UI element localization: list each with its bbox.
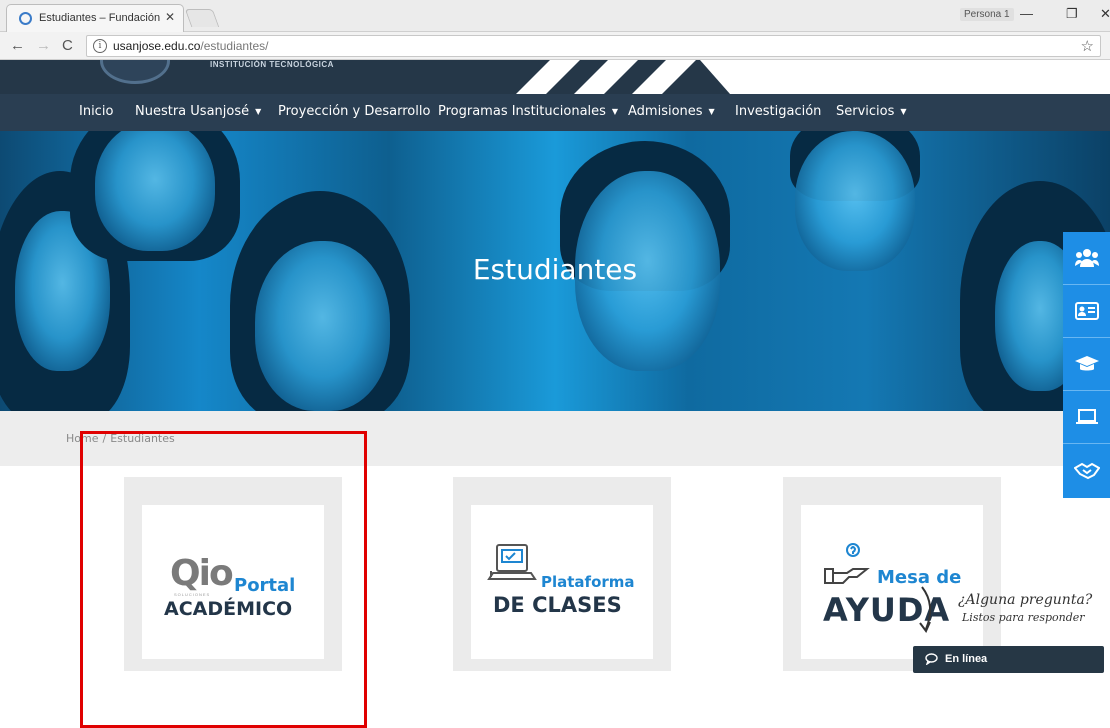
- nav-item-inicio[interactable]: Inicio: [79, 104, 113, 119]
- laptop-icon: [1075, 409, 1098, 424]
- chat-arrow-icon: [919, 586, 932, 633]
- caret-down-icon: ▼: [611, 107, 619, 116]
- url-text: usanjose.edu.co/estudiantes/: [113, 39, 269, 53]
- info-icon[interactable]: i: [93, 39, 107, 53]
- card-logo[interactable]: Mesa de AYUDA: [801, 505, 983, 659]
- nav-item-servicios[interactable]: Servicios ▼: [836, 104, 907, 119]
- nav-item-proyeccion[interactable]: Proyección y Desarrollo: [278, 104, 430, 119]
- nav-item-programas[interactable]: Programas Institucionales ▼: [438, 104, 618, 119]
- tab-close-icon[interactable]: ✕: [165, 10, 175, 24]
- bookmark-star-icon[interactable]: ☆: [1081, 37, 1094, 55]
- card-mesa-ayuda[interactable]: Mesa de AYUDA: [783, 477, 1001, 671]
- browser-tab[interactable]: Estudiantes – Fundación ✕: [6, 4, 184, 32]
- reload-icon[interactable]: C: [62, 37, 73, 54]
- hero-title: Estudiantes: [472, 253, 638, 286]
- new-tab-button[interactable]: [184, 9, 220, 27]
- users-button[interactable]: [1063, 232, 1110, 285]
- side-toolbar: [1063, 232, 1110, 498]
- main-nav: Inicio Nuestra Usanjosé ▼ Proyección y De…: [0, 94, 1110, 131]
- chat-subtitle: Listos para responder: [962, 611, 1085, 624]
- header-stripes: [500, 60, 740, 94]
- caret-down-icon: ▼: [900, 107, 907, 116]
- chat-status-label: En línea: [945, 653, 988, 665]
- graduation-cap-icon: [1074, 356, 1099, 371]
- card-title-line1: Plataforma: [541, 573, 635, 591]
- nav-item-investigacion[interactable]: Investigación: [735, 104, 821, 119]
- nav-item-nuestra-usanjose[interactable]: Nuestra Usanjosé ▼: [135, 104, 261, 119]
- highlight-box: [80, 431, 367, 728]
- chat-bubble-icon: [925, 653, 938, 665]
- maximize-button[interactable]: ❐: [1066, 6, 1078, 22]
- browser-toolbar: ← → C i usanjose.edu.co/estudiantes/ ☆: [0, 32, 1110, 60]
- handshake-icon: [1073, 462, 1100, 479]
- helping-hand-question-icon: [824, 543, 870, 584]
- tab-title: Estudiantes – Fundación: [39, 12, 161, 24]
- laptop-check-icon: [487, 544, 537, 580]
- minimize-button[interactable]: —: [1020, 6, 1033, 21]
- users-icon: [1074, 249, 1099, 267]
- forward-arrow-icon[interactable]: →: [36, 37, 51, 54]
- caret-down-icon: ▼: [708, 107, 715, 116]
- close-window-button[interactable]: ✕: [1100, 6, 1110, 22]
- chat-online-button[interactable]: En línea: [913, 646, 1104, 673]
- logo-emblem-icon[interactable]: [100, 60, 170, 84]
- caret-down-icon: ▼: [255, 107, 262, 116]
- back-arrow-icon[interactable]: ←: [10, 37, 25, 54]
- id-card-icon: [1074, 302, 1099, 320]
- card-logo[interactable]: Plataforma DE CLASES: [471, 505, 653, 659]
- site-favicon-icon: [19, 12, 32, 25]
- card-plataforma-clases[interactable]: Plataforma DE CLASES: [453, 477, 671, 671]
- card-title-line2: DE CLASES: [493, 593, 622, 617]
- browser-tabstrip: Estudiantes – Fundación ✕ Persona 1 — ❐ …: [0, 0, 1110, 32]
- hero-banner: Estudiantes: [0, 131, 1110, 411]
- chat-question: ¿Alguna pregunta?: [958, 592, 1093, 608]
- laptop-button[interactable]: [1063, 391, 1110, 444]
- handshake-button[interactable]: [1063, 444, 1110, 497]
- graduation-button[interactable]: [1063, 338, 1110, 391]
- logo-subtitle: INSTITUCIÓN TECNOLÓGICA: [210, 60, 334, 69]
- address-bar[interactable]: i usanjose.edu.co/estudiantes/ ☆: [86, 35, 1101, 57]
- screen: Estudiantes – Fundación ✕ Persona 1 — ❐ …: [0, 0, 1110, 728]
- nav-item-admisiones[interactable]: Admisiones ▼: [628, 104, 715, 119]
- id-card-button[interactable]: [1063, 285, 1110, 338]
- profile-button[interactable]: Persona 1: [960, 8, 1014, 21]
